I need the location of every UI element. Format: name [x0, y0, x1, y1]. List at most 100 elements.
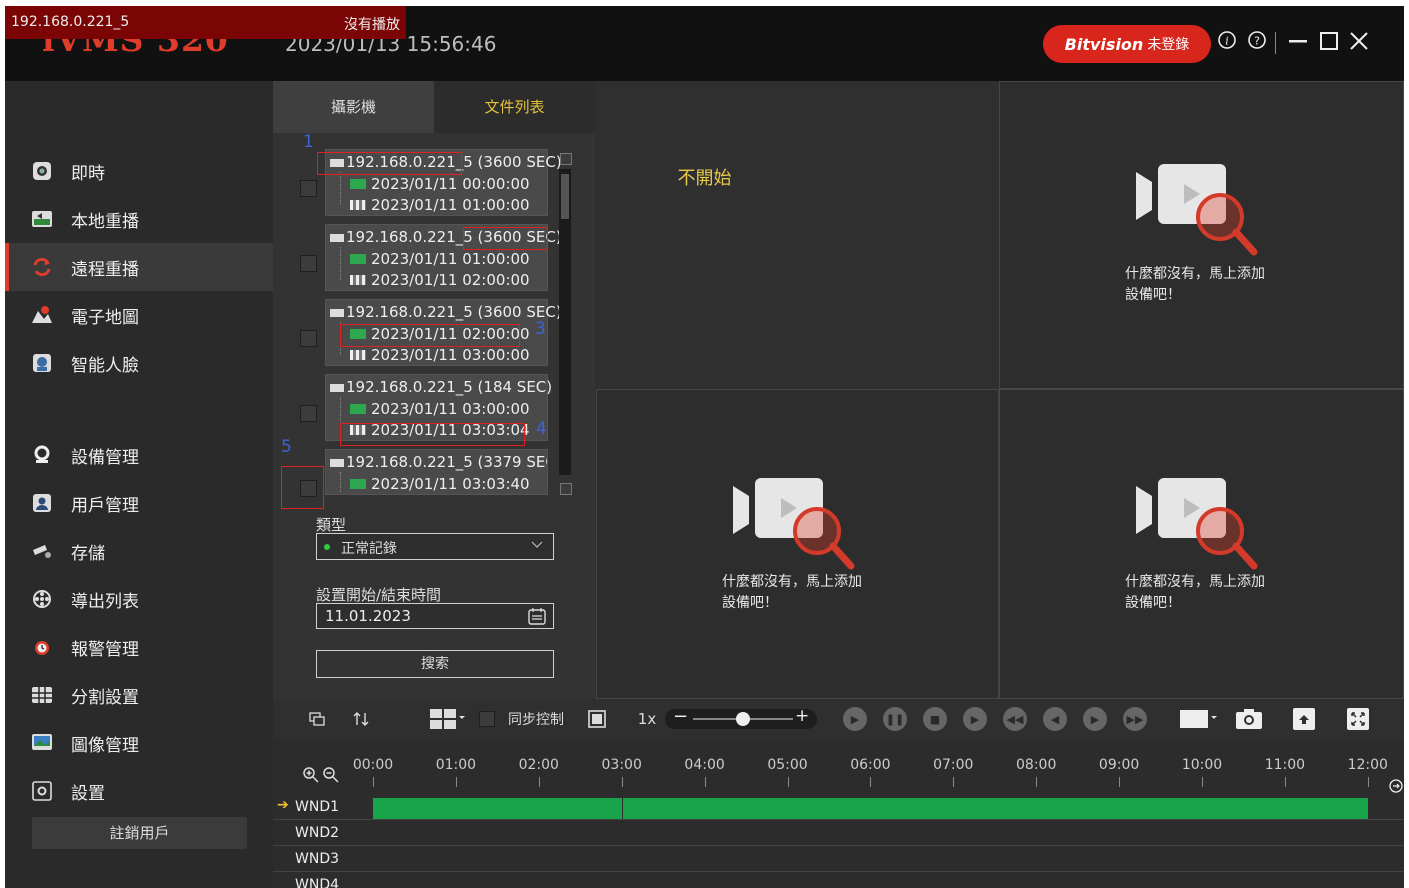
- play-icon[interactable]: ▶: [843, 707, 867, 731]
- timeline-track-wnd2[interactable]: WND2: [273, 821, 1404, 846]
- sidebar-item-export-list[interactable]: 導出列表: [5, 575, 273, 623]
- timeline-tick-mark: [870, 777, 872, 787]
- start-flag-icon: [350, 404, 366, 414]
- annotation-box-3: [340, 324, 520, 347]
- svg-text:?: ?: [1254, 35, 1260, 48]
- previous-frame-icon[interactable]: ◀: [1043, 707, 1067, 731]
- track-label: WND2: [295, 825, 340, 841]
- file-end-time: 2023/01/11 03:00:00: [371, 346, 530, 364]
- track-label: WND4: [295, 877, 340, 888]
- sync-checkbox[interactable]: [478, 699, 495, 739]
- file-title-text: 192.168.0.221_5 (184 SEC): [346, 378, 553, 396]
- calendar-icon[interactable]: [528, 607, 546, 629]
- step-forward-icon[interactable]: ▶: [963, 707, 987, 731]
- sidebar-item-user-management[interactable]: 用戶管理: [5, 479, 273, 527]
- zoom-out-icon[interactable]: [323, 767, 339, 787]
- start-flag-icon: [350, 254, 366, 264]
- record-clip-icon[interactable]: [1179, 699, 1217, 739]
- file-start-time: 2023/01/11 03:00:00: [371, 400, 530, 418]
- start-flag-icon: [350, 479, 366, 489]
- sidebar-label: 存儲: [71, 543, 105, 564]
- sidebar-label: 圖像管理: [71, 735, 139, 756]
- copy-window-icon[interactable]: [307, 699, 327, 739]
- speed-slider[interactable]: − +: [665, 699, 817, 739]
- close-icon[interactable]: [1348, 30, 1370, 58]
- sidebar-label: 設備管理: [71, 447, 139, 468]
- maximize-icon[interactable]: [1318, 30, 1340, 58]
- pause-icon[interactable]: ❚❚: [883, 707, 907, 731]
- empty-message-line2: 設備吧！: [1125, 595, 1181, 611]
- tab-camera[interactable]: 攝影機: [273, 81, 434, 133]
- record-segment[interactable]: [622, 798, 1368, 819]
- login-status: 未登錄: [1147, 37, 1190, 53]
- logout-button[interactable]: 註銷用戶: [32, 817, 247, 849]
- timeline-tick-label: 01:00: [435, 757, 477, 773]
- sidebar-item-emap[interactable]: 電子地圖: [5, 291, 273, 339]
- timeline-track-wnd1[interactable]: ➔ WND1: [273, 795, 1404, 820]
- emap-icon: [31, 305, 53, 325]
- sidebar-item-storage[interactable]: 存儲: [5, 527, 273, 575]
- login-button[interactable]: Bitvision 未登錄: [1043, 25, 1211, 63]
- scroll-down-button[interactable]: [560, 483, 572, 495]
- timeline-tick-label: 00:00: [352, 757, 394, 773]
- tile-play-status: 沒有播放: [344, 17, 400, 33]
- minimize-icon[interactable]: [1287, 30, 1309, 58]
- playback-speed: 1x: [637, 710, 657, 728]
- file-checkbox[interactable]: [300, 330, 317, 347]
- export-icon[interactable]: [1291, 699, 1317, 739]
- image-management-icon: [31, 733, 53, 753]
- fullscreen-icon[interactable]: [1345, 699, 1371, 739]
- timeline-track-wnd4[interactable]: WND4: [273, 873, 1404, 888]
- speed-up-icon[interactable]: ▶▶: [1123, 707, 1147, 731]
- date-field[interactable]: 11.01.2023: [316, 603, 554, 629]
- sidebar-label: 導出列表: [71, 591, 139, 612]
- playback-toolbar: 同步控制 1x − + ▶ ❚❚ ■ ▶ ◀◀ ◀ ▶ ▶▶: [273, 699, 1404, 739]
- zoom-in-icon[interactable]: [303, 767, 319, 787]
- tab-file-list[interactable]: 文件列表: [434, 81, 595, 133]
- timeline-tick-label: 12:00: [1347, 757, 1388, 773]
- file-item[interactable]: 192.168.0.221_5 (3379 SEC) 2023/01/11 03…: [325, 449, 548, 495]
- timeline-tick-mark: [1367, 777, 1369, 787]
- face-recognition-icon: [31, 353, 53, 373]
- sidebar-item-settings[interactable]: 設置: [5, 767, 273, 815]
- type-select[interactable]: 正常記錄: [316, 533, 554, 560]
- tile-header: 192.168.0.221_5 沒有播放: [5, 6, 406, 39]
- timeline-tick-mark: [455, 777, 457, 787]
- sidebar-item-image-management[interactable]: 圖像管理: [5, 719, 273, 767]
- sort-icon[interactable]: [351, 699, 371, 739]
- speed-plus[interactable]: +: [795, 706, 809, 726]
- video-tile-4[interactable]: 什麼都沒有，馬上添加 設備吧！: [999, 389, 1404, 699]
- speed-minus[interactable]: −: [673, 706, 688, 727]
- sidebar-label: 報警管理: [71, 639, 139, 660]
- fit-window-icon[interactable]: [586, 699, 608, 739]
- slow-down-icon[interactable]: ◀◀: [1003, 707, 1027, 731]
- stop-icon[interactable]: ■: [923, 707, 947, 731]
- sidebar-item-alarm[interactable]: 報警管理: [5, 623, 273, 671]
- sidebar-item-device-management[interactable]: 設備管理: [5, 431, 273, 479]
- sidebar-item-local-playback[interactable]: 本地重播: [5, 195, 273, 243]
- search-button[interactable]: 搜索: [316, 650, 554, 678]
- file-end-time: 2023/01/11 02:00:00: [371, 271, 530, 289]
- tree-line: [340, 247, 341, 280]
- sidebar-item-split-layout[interactable]: 分割設置: [5, 671, 273, 719]
- info-icon[interactable]: i: [1217, 30, 1237, 56]
- file-checkbox[interactable]: [300, 255, 317, 272]
- timeline-track-wnd3[interactable]: WND3: [273, 847, 1404, 872]
- empty-message-line1: 什麼都沒有，馬上添加: [722, 574, 862, 590]
- next-frame-icon[interactable]: ▶: [1083, 707, 1107, 731]
- help-icon[interactable]: ?: [1247, 30, 1267, 56]
- camera-icon: [330, 383, 344, 392]
- snapshot-camera-icon[interactable]: [1234, 699, 1264, 739]
- sidebar-item-face[interactable]: 智能人臉: [5, 339, 273, 387]
- empty-message-line2: 設備吧！: [722, 595, 778, 611]
- file-checkbox[interactable]: [300, 405, 317, 422]
- layout-grid-icon[interactable]: [429, 699, 465, 739]
- record-segment[interactable]: [373, 798, 622, 819]
- sidebar-label: 遠程重播: [71, 259, 139, 280]
- speed-slider-knob[interactable]: [736, 712, 750, 726]
- sidebar-label: 用戶管理: [71, 495, 139, 516]
- timeline-tick-label: 04:00: [684, 757, 725, 773]
- video-tile-2[interactable]: 什麼都沒有，馬上添加 設備吧！: [999, 81, 1404, 389]
- sidebar-item-remote-playback[interactable]: 遠程重播: [5, 243, 273, 291]
- video-tile-3[interactable]: 什麼都沒有，馬上添加 設備吧！: [596, 389, 999, 699]
